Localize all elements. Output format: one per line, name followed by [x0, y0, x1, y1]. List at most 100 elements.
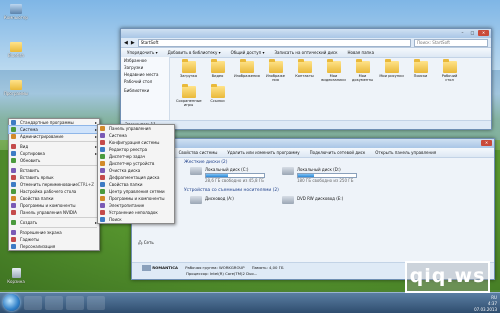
folder-item[interactable]: Изображения: [234, 59, 260, 82]
status-bar: Элементов: 11: [121, 120, 491, 129]
system-submenu-item[interactable]: Диспетчер задач: [98, 153, 174, 160]
hdd-section-header[interactable]: Жесткие диски (2): [180, 158, 231, 167]
map-network-drive-button[interactable]: Подключить сетевой диск: [310, 150, 366, 155]
folder-item[interactable]: Контакты: [292, 59, 317, 82]
system-properties-button[interactable]: Свойства системы: [179, 150, 218, 155]
dvd-drive[interactable]: DVD RW дисковод (E:): [282, 196, 343, 204]
minimize-button[interactable]: –: [458, 30, 467, 36]
system-submenu-item[interactable]: Поиск: [98, 216, 174, 223]
system-submenu-item[interactable]: Редактор реестра: [98, 146, 174, 153]
system-submenu-item[interactable]: Дефрагментация диска: [98, 174, 174, 181]
context-menu-item[interactable]: Система ▸: [8, 125, 100, 134]
context-menu-item[interactable]: Стандартные программы ▸: [9, 119, 99, 126]
system-submenu-item[interactable]: Свойства папки: [98, 181, 174, 188]
folder-item[interactable]: Сохраненные игры: [176, 84, 202, 107]
context-menu-item[interactable]: Панель управления NVIDIA: [9, 209, 99, 216]
folder-item[interactable]: Мои видеозаписи: [321, 59, 346, 82]
taskbar-app-button[interactable]: [87, 296, 105, 310]
close-button[interactable]: ✕: [478, 30, 489, 36]
menu-item-icon: [11, 151, 16, 156]
window-titlebar[interactable]: ✕: [132, 139, 494, 148]
folder-icon: [355, 59, 370, 73]
context-menu-item[interactable]: Настройка рабочего стола: [9, 188, 99, 195]
search-input[interactable]: Поиск: StartSoft: [414, 38, 488, 47]
context-menu-item[interactable]: Создать ▸: [9, 219, 99, 226]
burn-button[interactable]: Записать на оптический диск: [274, 50, 337, 55]
system-submenu-item[interactable]: Программы и компоненты: [98, 195, 174, 202]
menu-item-icon: [11, 158, 16, 163]
menu-item-icon: [11, 127, 16, 132]
system-submenu-item[interactable]: Система: [98, 132, 174, 139]
organize-button[interactable]: Упорядочить ▾: [127, 50, 158, 55]
context-menu-item[interactable]: Отменить переименование CTRL+Z: [9, 181, 99, 188]
system-submenu-item[interactable]: Очистка диска: [98, 167, 174, 174]
address-field[interactable]: StartSoft: [137, 38, 411, 47]
share-button[interactable]: Общий доступ ▾: [231, 50, 265, 55]
folder-icon: [384, 59, 399, 73]
taskbar-media-button[interactable]: [66, 296, 84, 310]
context-menu-item[interactable]: Администрирование ▸: [9, 133, 99, 140]
context-menu-item[interactable]: Персонализация: [9, 243, 99, 250]
folder-item[interactable]: Ссылки: [205, 84, 230, 107]
maximize-button[interactable]: □: [468, 30, 477, 36]
start-button[interactable]: [3, 294, 20, 311]
language-indicator[interactable]: RU: [491, 295, 497, 300]
desktop-icon-computer[interactable]: Компьютер: [3, 4, 29, 20]
nav-item-libraries[interactable]: Библиотеки: [121, 87, 169, 94]
menu-item-icon: [11, 196, 16, 201]
context-menu-item[interactable]: Свойства папки: [9, 195, 99, 202]
menu-item-icon: [11, 237, 16, 242]
context-menu-item[interactable]: Вид ▸: [9, 143, 99, 150]
open-control-panel-button[interactable]: Открыть панель управления: [375, 150, 436, 155]
new-folder-button[interactable]: Новая папка: [348, 50, 375, 55]
uninstall-program-button[interactable]: Удалить или изменить программу: [227, 150, 299, 155]
drive-c[interactable]: Локальный диск (C:) 28,6 ГБ свободно из …: [190, 167, 265, 183]
folder-icon: [326, 59, 341, 73]
taskbar-explorer-button[interactable]: [45, 296, 63, 310]
context-menu-item[interactable]: Вставить: [9, 167, 99, 174]
removable-section-header[interactable]: Устройства со съемными носителями (2): [180, 186, 283, 195]
context-menu-item[interactable]: Программы и компоненты: [9, 202, 99, 209]
context-menu-item[interactable]: Вставить ярлык: [9, 174, 99, 181]
folder-item[interactable]: Видео: [205, 59, 230, 82]
desktop-icon-programs[interactable]: Программы: [3, 80, 29, 96]
menu-item-icon: [11, 134, 16, 139]
folder-item[interactable]: Мои рисунки: [379, 59, 404, 82]
desktop-icon-recycle-bin[interactable]: Корзина: [3, 268, 29, 284]
context-menu-item[interactable]: Обновить: [9, 157, 99, 164]
folder-item[interactable]: Рабочий стол: [437, 59, 462, 82]
nav-item-recent[interactable]: Недавние места: [121, 71, 169, 78]
forward-icon[interactable]: ▶: [131, 40, 135, 46]
menu-separator: [20, 165, 97, 166]
desktop-context-menu: Стандартные программы ▸ Система ▸ Администри…: [8, 118, 100, 251]
folder-item[interactable]: Изображе ния: [263, 59, 288, 82]
clock[interactable]: 4:37 07.03.2013: [474, 301, 497, 313]
context-menu-item[interactable]: Сортировка ▸: [9, 150, 99, 157]
system-submenu-item[interactable]: Электропитание: [98, 202, 174, 209]
menu-item-icon: [100, 154, 105, 159]
folder-item[interactable]: Мои документы: [350, 59, 375, 82]
nav-item-favorites[interactable]: Избранное: [121, 57, 169, 64]
desktop-icon-bluefish[interactable]: Bluefish: [3, 42, 29, 58]
system-submenu-item[interactable]: Устранение неполадок: [98, 209, 174, 216]
add-to-library-button[interactable]: Добавить в библиотеку ▾: [168, 50, 221, 55]
nav-item-desktop[interactable]: Рабочий стол: [121, 78, 169, 85]
address-bar: ◀ ▶ StartSoft Поиск: StartSoft: [121, 38, 491, 48]
back-icon[interactable]: ◀: [124, 40, 128, 46]
nav-item-downloads[interactable]: Загрузки: [121, 64, 169, 71]
floppy-drive[interactable]: Дисковод (A:): [190, 196, 234, 204]
drive-d[interactable]: Локальный диск (D:) 180 ГБ свободно из 2…: [282, 167, 357, 183]
system-submenu-item[interactable]: Диспетчер устройств: [98, 160, 174, 167]
menu-separator: [20, 227, 97, 228]
context-menu-item[interactable]: Разрешение экрана: [9, 229, 99, 236]
close-button[interactable]: ✕: [481, 140, 492, 146]
system-submenu-item[interactable]: Конфигурация системы: [98, 139, 174, 146]
system-submenu-item[interactable]: Центр управления сетями: [98, 188, 174, 195]
window-titlebar[interactable]: – □ ✕: [121, 29, 491, 38]
folder-item[interactable]: Поиски: [408, 59, 433, 82]
system-submenu-item[interactable]: Панель управления: [98, 125, 174, 132]
taskbar-ie-button[interactable]: [24, 296, 42, 310]
nav-item-network[interactable]: 🖧 Сеть: [138, 240, 154, 247]
context-menu-item[interactable]: Гаджеты: [9, 236, 99, 243]
folder-item[interactable]: Загрузка: [176, 59, 201, 82]
